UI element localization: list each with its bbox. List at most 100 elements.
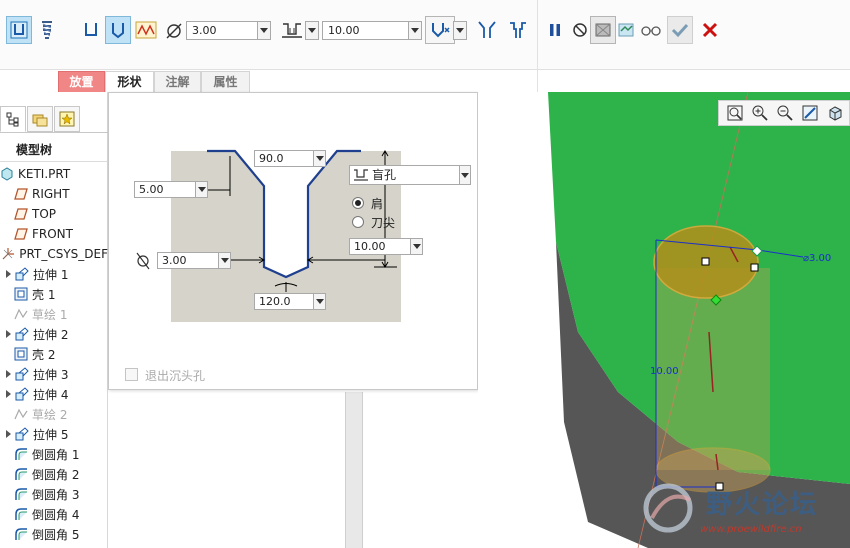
tree-icon (6, 112, 19, 127)
ok-button[interactable] (667, 16, 693, 44)
depth-measure-dropdown[interactable] (453, 21, 467, 40)
drag-handle[interactable] (750, 263, 759, 272)
standard-profile-button[interactable] (105, 16, 131, 44)
tree-item-label: 拉伸 1 (33, 267, 69, 282)
countersink-button[interactable] (474, 16, 500, 44)
tree-item[interactable]: 草绘 1 (0, 304, 108, 324)
tree-item[interactable]: 拉伸 2 (0, 324, 108, 344)
favorites-icon (59, 111, 75, 127)
diameter-field[interactable]: 3.00 (157, 252, 219, 269)
depth-dimension-label[interactable]: 10.00 (650, 366, 679, 377)
zoom-out-button[interactable] (773, 102, 796, 124)
tree-item[interactable]: 拉伸 3 (0, 364, 108, 384)
tree-header-divider (0, 161, 108, 162)
tip-angle-input[interactable]: 120.0 (254, 293, 314, 310)
verify-mode-button[interactable] (613, 16, 639, 44)
tree-item[interactable]: 拉伸 1 (0, 264, 108, 284)
expand-arrow-icon[interactable] (6, 390, 12, 398)
chevron-down-icon (197, 187, 206, 192)
counterbore-button[interactable] (505, 16, 531, 44)
tab-properties[interactable]: 属性 (201, 71, 250, 92)
exit-countersink-checkbox[interactable] (125, 368, 138, 381)
diameter-field-dropdown[interactable] (218, 252, 231, 269)
tree-item[interactable]: 倒圆角 1 (0, 444, 108, 464)
tree-item-label: FRONT (32, 227, 73, 241)
radio-shoulder[interactable] (352, 197, 364, 209)
drag-handle[interactable] (701, 257, 710, 266)
toolbar-separator (537, 0, 538, 92)
tree-item[interactable]: 拉伸 4 (0, 384, 108, 404)
countersink-angle-input[interactable]: 90.0 (254, 150, 314, 167)
round-icon (14, 447, 28, 461)
tree-item[interactable]: 倒圆角 2 (0, 464, 108, 484)
tree-item[interactable]: 倒圆角 5 (0, 524, 108, 544)
zoom-in-button[interactable] (748, 102, 771, 124)
countersink-angle-dropdown[interactable] (313, 150, 326, 167)
radio-tip-label: 刀尖 (371, 216, 396, 230)
countersink-offset-dropdown[interactable] (195, 181, 208, 198)
tip-angle-dropdown[interactable] (313, 293, 326, 310)
tree-item-label: 草绘 1 (32, 307, 68, 322)
favorites-tab[interactable] (54, 106, 80, 132)
pause-button[interactable] (542, 16, 568, 44)
model-tree-panel: 模型树 KETI.PRT RIGHT TOP FRONT PRT_CSYS_DEF 拉伸 … (0, 92, 108, 548)
diameter-input[interactable]: 3.00 (186, 21, 258, 40)
expand-arrow-icon[interactable] (6, 270, 12, 278)
forum-logo-icon (643, 483, 693, 533)
standard-hole-button[interactable] (34, 16, 60, 44)
diameter-dropdown[interactable] (257, 21, 271, 40)
depth-field[interactable]: 10.00 (349, 238, 411, 255)
depth-input[interactable]: 10.00 (322, 21, 420, 40)
sketch-profile-button[interactable] (133, 16, 159, 44)
tree-title: 模型树 (16, 143, 53, 157)
tab-annotation[interactable]: 注解 (154, 71, 201, 92)
datum-plane-icon (14, 207, 28, 221)
cancel-button[interactable] (697, 16, 723, 44)
verify-mode-icon (618, 23, 634, 37)
tree-item[interactable]: 拉伸 5 (0, 424, 108, 444)
tree-item-label: 壳 2 (32, 347, 56, 362)
tree-item[interactable]: RIGHT (0, 184, 108, 204)
shape-panel: 90.0 5.00 3.00 120.0 盲孔 肩 刀尖 10.00 退出沉头孔 (108, 92, 478, 390)
sketch-profile-icon (135, 21, 157, 39)
shell-icon (14, 287, 28, 301)
tree-item[interactable]: PRT_CSYS_DEF (0, 244, 108, 264)
tree-item[interactable]: TOP (0, 204, 108, 224)
preview-glasses-button[interactable] (638, 16, 664, 44)
depth-measure-button[interactable] (425, 16, 455, 44)
folder-browser-tab[interactable] (27, 106, 53, 132)
countersink-offset-input[interactable]: 5.00 (134, 181, 196, 198)
expand-arrow-icon[interactable] (6, 330, 12, 338)
refit-button[interactable] (723, 102, 746, 124)
tree-item[interactable]: FRONT (0, 224, 108, 244)
radio-tip[interactable] (352, 216, 364, 228)
tree-item[interactable]: 壳 1 (0, 284, 108, 304)
shell-icon (14, 347, 28, 361)
tree-item[interactable]: KETI.PRT (0, 164, 108, 184)
diameter-dimension-label[interactable]: ⌀3.00 (803, 253, 831, 264)
expand-arrow-icon[interactable] (6, 430, 12, 438)
tab-shape[interactable]: 形状 (105, 71, 154, 92)
tree-item-label: 倒圆角 5 (32, 527, 80, 542)
tab-placement[interactable]: 放置 (58, 71, 105, 92)
tree-view-tab[interactable] (0, 106, 26, 132)
depth-value-dropdown[interactable] (408, 21, 422, 40)
depth-option-button[interactable] (277, 16, 307, 44)
depth-type-dropdown[interactable] (459, 165, 471, 185)
tree-item[interactable]: 草绘 2 (0, 404, 108, 424)
expand-arrow-icon[interactable] (6, 370, 12, 378)
graphics-viewport[interactable]: 10.00 ⌀3.00 野火论坛 www.proewildfire.cn (478, 92, 850, 548)
repaint-icon (802, 105, 818, 121)
depth-field-dropdown[interactable] (410, 238, 423, 255)
display-style-button[interactable] (824, 102, 847, 124)
chevron-down-icon (412, 244, 421, 249)
tree-item-label: 壳 1 (32, 287, 56, 302)
simple-hole-button[interactable] (6, 16, 32, 44)
tree-item[interactable]: 壳 2 (0, 344, 108, 364)
straight-profile-button[interactable] (78, 16, 104, 44)
depth-option-dropdown[interactable] (305, 21, 319, 40)
tree-item[interactable]: 倒圆角 3 (0, 484, 108, 504)
repaint-button[interactable] (799, 102, 822, 124)
tree-item[interactable]: 倒圆角 4 (0, 504, 108, 524)
round-icon (14, 467, 28, 481)
